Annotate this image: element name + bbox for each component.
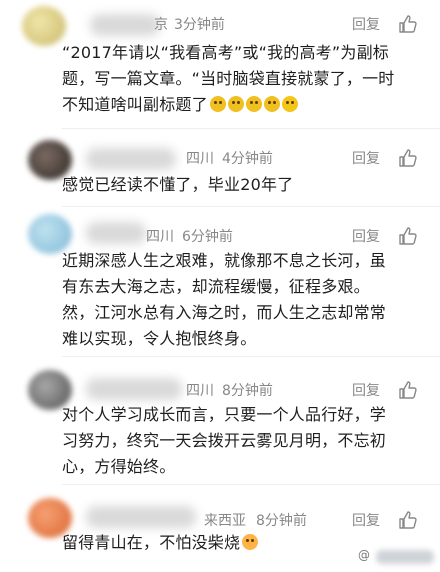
- username[interactable]: [86, 506, 196, 528]
- reply-button[interactable]: 回复: [352, 14, 380, 34]
- reply-button[interactable]: 回复: [352, 380, 380, 400]
- crying-emoji-icon: [263, 96, 280, 112]
- comment-time: 8分钟前: [256, 513, 307, 529]
- crying-emoji-icon: [209, 96, 226, 112]
- comment-location: 京: [154, 17, 168, 33]
- comment-time: 3分钟前: [174, 17, 225, 33]
- comment-text: 对个人学习成长而言，只要一个人品行好，学 习努力，终究一天会拨开云雾见月明，不忘…: [62, 405, 387, 476]
- comment-location: 四川: [186, 383, 214, 399]
- reply-button[interactable]: 回复: [352, 510, 380, 530]
- comment-item: 四川 8分钟前 回复 对个人学习成长而言，只要一个人品行好，学 习努力，终究一天…: [0, 368, 440, 488]
- comment-location: 四川: [186, 151, 214, 167]
- username[interactable]: [86, 148, 176, 170]
- comment-text: 近期深感人生之艰难，就像那不息之长河，虽 有东去大海之志，却流程缓慢，征程多艰。…: [62, 251, 387, 348]
- divider: [62, 128, 440, 129]
- thumbs-up-icon[interactable]: [398, 510, 418, 530]
- divider: [62, 484, 440, 485]
- crying-emoji-icon: [227, 96, 244, 112]
- username[interactable]: [86, 378, 182, 400]
- reply-button[interactable]: 回复: [352, 226, 380, 246]
- sweating-emoji-icon: [242, 534, 259, 550]
- watermark-logo: @: [358, 548, 370, 562]
- comment-time: 6分钟前: [182, 229, 233, 245]
- comment-text: “2017年请以“我看高考”或“我的高考”为副标 题，写一篇文章。“当时脑袋直接…: [62, 43, 395, 114]
- comment-location: 来西亚: [204, 513, 246, 529]
- username[interactable]: [86, 222, 146, 244]
- thumbs-up-icon[interactable]: [398, 226, 418, 246]
- thumbs-up-icon[interactable]: [398, 380, 418, 400]
- comment-item: 四川 4分钟前 回复 感觉已经读不懂了，毕业20年了: [0, 130, 440, 207]
- comment-time: 8分钟前: [222, 383, 273, 399]
- comment-location: 四川: [146, 229, 174, 245]
- divider: [62, 356, 440, 357]
- comment-item: 京 3分钟前 回复 “2017年请以“我看高考”或“我的高考”为副标 题，写一篇…: [0, 0, 440, 150]
- reply-button[interactable]: 回复: [352, 148, 380, 168]
- crying-emoji-icon: [245, 96, 262, 112]
- watermark-text: [376, 550, 434, 564]
- username[interactable]: [90, 14, 160, 36]
- comment-text: 感觉已经读不懂了，毕业20年了: [62, 175, 294, 194]
- grimace-emoji-icon: [281, 96, 298, 112]
- comment-item: 四川 6分钟前 回复 近期深感人生之艰难，就像那不息之长河，虽 有东去大海之志，…: [0, 210, 440, 360]
- comment-item: 来西亚 8分钟前 回复 留得青山在，不怕没柴烧: [0, 494, 440, 572]
- avatar[interactable]: [22, 6, 66, 46]
- comment-time: 4分钟前: [222, 151, 273, 167]
- thumbs-up-icon[interactable]: [398, 14, 418, 34]
- divider: [62, 206, 440, 207]
- thumbs-up-icon[interactable]: [398, 148, 418, 168]
